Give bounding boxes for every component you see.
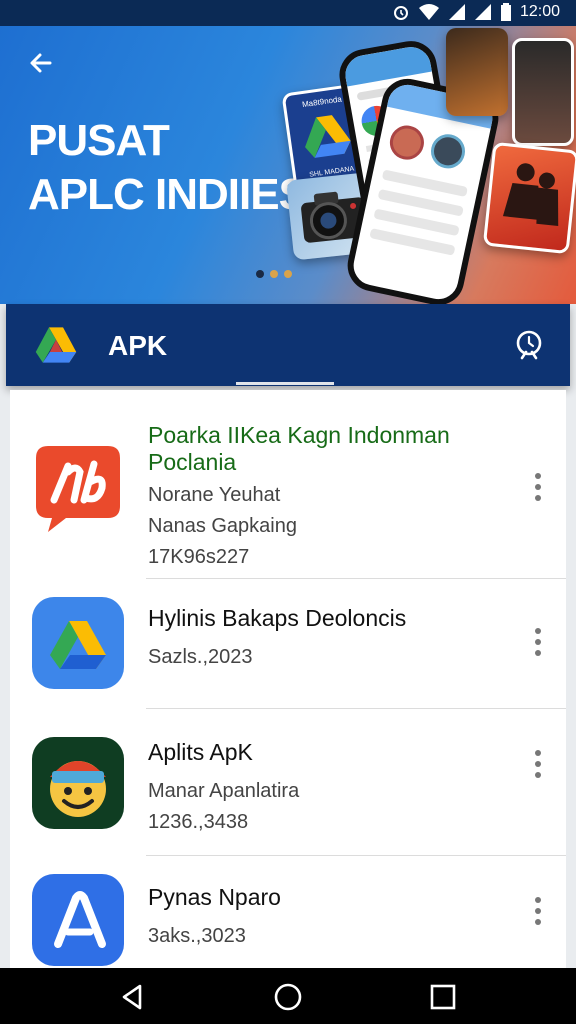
app-name: Hylinis Bakaps Deoloncis	[148, 605, 407, 631]
more-options-icon[interactable]	[532, 896, 544, 926]
app-downloads: 1236.,3438	[148, 811, 249, 833]
status-time: 12:00	[519, 3, 560, 20]
more-options-icon[interactable]	[532, 627, 544, 657]
app-icon-emoji	[32, 737, 124, 829]
app-developer: Manar Apanlatira	[148, 780, 300, 802]
signal-icon	[448, 4, 465, 20]
back-triangle-icon[interactable]	[118, 982, 148, 1012]
search-icon[interactable]	[512, 328, 546, 362]
chat-bubble-icon	[36, 446, 120, 532]
back-arrow-icon[interactable]	[26, 48, 56, 78]
list-item[interactable]: Pynas Nparo 3aks.,3023	[10, 856, 566, 968]
app-bar: APK	[6, 304, 570, 386]
smiley-face-icon	[50, 761, 106, 817]
carousel-dot-2[interactable]	[270, 270, 278, 278]
promo-banner[interactable]: PUSAT APLC INDIIESIA Ma8t9noda SHL MADAN…	[0, 26, 576, 304]
carousel-dots[interactable]	[256, 270, 292, 278]
app-list: Poarka IIKea Kagn Indonman Poclania Nora…	[10, 390, 566, 968]
drive-logo-icon	[50, 621, 106, 669]
carousel-dot-1[interactable]	[256, 270, 264, 278]
app-icon-blue-a	[32, 874, 124, 966]
app-name-line2: Poclania	[148, 449, 237, 475]
system-nav-bar	[0, 968, 576, 1024]
list-item[interactable]: Aplits ApK Manar Apanlatira 1236.,3438	[10, 709, 566, 855]
app-developer: Norane Yeuhat	[148, 484, 281, 506]
app-name: Pynas Nparo	[148, 884, 281, 910]
game-card-1	[446, 28, 508, 116]
app-texts: Aplits ApK Manar Apanlatira 1236.,3438	[148, 739, 299, 834]
signal-icon-2	[474, 4, 491, 20]
drive-logo-icon	[35, 327, 77, 363]
app-date: Sazls.,2023	[148, 646, 253, 668]
letter-a-logo-icon	[54, 891, 106, 948]
app-bar-title: APK	[108, 330, 168, 361]
app-texts: Pynas Nparo 3aks.,3023	[148, 884, 281, 948]
status-icons: 12:00	[392, 3, 560, 21]
app-icon-drive	[32, 597, 124, 689]
more-options-icon[interactable]	[532, 472, 544, 502]
tab-indicator	[236, 382, 334, 385]
photo-card	[512, 38, 574, 146]
status-bar: 12:00	[0, 0, 576, 26]
home-circle-icon[interactable]	[273, 982, 303, 1012]
carousel-dot-3[interactable]	[284, 270, 292, 278]
alarm-icon	[393, 6, 408, 20]
app-icon-red	[32, 442, 124, 534]
more-options-icon[interactable]	[532, 749, 544, 779]
battery-icon	[500, 3, 511, 21]
app-texts: Poarka IIKea Kagn Indonman Poclania Nora…	[148, 422, 450, 569]
app-downloads: 17K96s227	[148, 546, 250, 568]
soldier-silhouette-icon	[502, 163, 559, 226]
list-item[interactable]: Hylinis Bakaps Deoloncis Sazls.,2023	[10, 579, 566, 707]
app-category: Nanas Gapkaing	[148, 515, 297, 537]
wifi-icon	[418, 4, 439, 20]
list-item[interactable]: Poarka IIKea Kagn Indonman Poclania Nora…	[10, 390, 566, 578]
app-texts: Hylinis Bakaps Deoloncis Sazls.,2023	[148, 605, 406, 669]
app-name: Poarka IIKea Kagn Indonman	[148, 422, 450, 448]
recents-square-icon[interactable]	[428, 982, 458, 1012]
app-date: 3aks.,3023	[148, 925, 246, 947]
app-name: Aplits ApK	[148, 739, 253, 765]
game-card-2	[482, 141, 576, 255]
